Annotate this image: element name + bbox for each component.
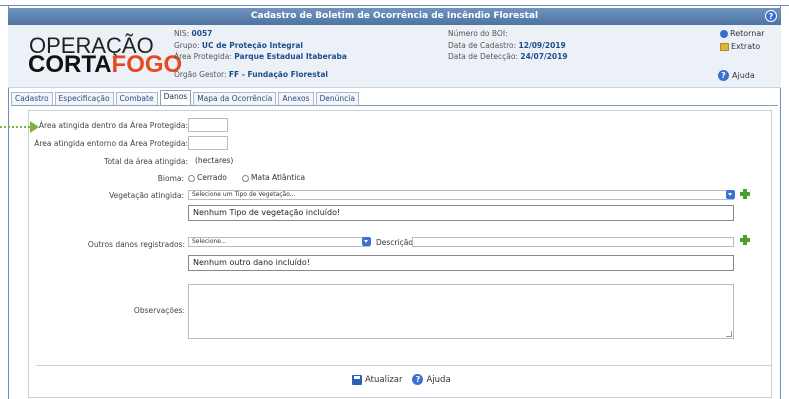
outros-danos-dropdown-icon[interactable]: [362, 237, 371, 246]
boi-label: Número do BOI:: [448, 29, 508, 38]
data-cadastro-label: Data de Cadastro:: [448, 41, 517, 50]
total-area-unit: (hectares): [195, 156, 234, 165]
grupo-value: UC de Proteção Integral: [201, 41, 303, 50]
window-title: Cadastro de Boletim de Ocorrência de Inc…: [250, 11, 539, 21]
area-entorno-input[interactable]: [188, 136, 228, 150]
data-cadastro-value: 12/09/2019: [518, 41, 566, 50]
data-deteccao-info: Data de Detecção: 24/07/2019: [448, 52, 568, 61]
retornar-link[interactable]: Retornar: [720, 27, 765, 40]
area-value: Parque Estadual Itaberaba: [234, 52, 347, 61]
outros-danos-select[interactable]: Selecione...: [188, 237, 370, 247]
orgao-value: FF - Fundação Florestal: [228, 70, 328, 79]
bioma-mata-label: Mata Atlântica: [251, 173, 306, 182]
orgao-info: Órgão Gestor: FF - Fundação Florestal: [174, 70, 328, 79]
data-deteccao-label: Data de Detecção:: [448, 52, 518, 61]
save-icon: [352, 374, 362, 385]
nis-label: NIS:: [174, 29, 190, 38]
atualizar-label: Atualizar: [365, 374, 403, 385]
bioma-cerrado-label: Cerrado: [197, 173, 227, 182]
extrato-link[interactable]: Extrato: [720, 40, 765, 53]
tab-anexos[interactable]: Anexos: [278, 92, 314, 105]
radio-cerrado[interactable]: [188, 174, 195, 182]
outros-danos-label: Outros danos registrados:: [87, 240, 185, 249]
bioma-cerrado-option[interactable]: Cerrado: [188, 173, 227, 182]
extrato-label: Extrato: [731, 42, 761, 51]
header-panel: OPERAÇÃO CORTAFOGO NIS: 0057 Grupo: UC d…: [8, 25, 781, 88]
tab-combate[interactable]: Combate: [115, 92, 158, 105]
help-icon: ?: [718, 70, 729, 81]
ajuda-footer-button[interactable]: ? Ajuda: [412, 374, 451, 385]
atualizar-button[interactable]: Atualizar: [352, 374, 403, 385]
footer-divider: [36, 365, 771, 366]
logo-corta: CORTA: [28, 51, 112, 78]
data-cadastro-info: Data de Cadastro: 12/09/2019: [448, 41, 566, 50]
report-icon: [720, 42, 729, 51]
help-icon[interactable]: ?: [765, 10, 777, 22]
logo-fogo: FOGO: [111, 51, 183, 78]
return-icon: [720, 29, 728, 38]
resize-grip-icon[interactable]: [726, 331, 732, 337]
tab-denuncia[interactable]: Denúncia: [315, 92, 359, 105]
add-vegetacao-plus-icon[interactable]: [740, 189, 750, 199]
side-actions: Retornar Extrato: [720, 27, 765, 53]
nis-value: 0057: [191, 29, 213, 38]
tab-cadastro[interactable]: Cadastro: [11, 92, 53, 105]
ajuda-header-link[interactable]: ? Ajuda: [718, 70, 755, 81]
area-info: Área Protegida: Parque Estadual Itaberab…: [174, 52, 347, 61]
descricao-label: Descrição:: [376, 238, 416, 247]
pointer-arrow-icon: [0, 121, 40, 133]
area-dentro-input[interactable]: [188, 118, 228, 132]
descricao-input[interactable]: [412, 237, 734, 247]
bioma-label: Bioma:: [157, 174, 184, 183]
ajuda-header-label: Ajuda: [732, 71, 755, 80]
help-icon: ?: [412, 374, 424, 385]
footer-actions: Atualizar ? Ajuda: [352, 374, 451, 385]
area-dentro-label: Área atingida dentro da Área Protegida:: [38, 121, 188, 130]
window-title-bar: Cadastro de Boletim de Ocorrência de Inc…: [8, 8, 781, 25]
data-deteccao-value: 24/07/2019: [520, 52, 568, 61]
radio-mata-atlantica[interactable]: [242, 174, 249, 182]
logo-line2: CORTAFOGO: [28, 51, 182, 79]
observacoes-textarea[interactable]: [188, 284, 734, 339]
tab-divider: [11, 105, 778, 106]
grupo-info: Grupo: UC de Proteção Integral: [174, 41, 303, 50]
nis-info: NIS: 0057: [174, 29, 212, 38]
vegetacao-label: Vegetação atingida:: [109, 191, 184, 200]
retornar-label: Retornar: [730, 29, 765, 38]
bioma-mata-option[interactable]: Mata Atlântica: [242, 173, 305, 182]
outros-danos-empty-message: Nenhum outro dano incluído!: [188, 255, 734, 271]
orgao-label: Órgão Gestor:: [174, 70, 227, 79]
vegetacao-select[interactable]: Selecione um Tipo de Vegetação...: [188, 190, 734, 200]
grupo-label: Grupo:: [174, 41, 200, 50]
ajuda-footer-label: Ajuda: [426, 374, 451, 385]
tab-bar: Cadastro Especificação Combate Danos Map…: [11, 90, 359, 105]
vegetacao-empty-message: Nenhum Tipo de vegetação incluído!: [188, 205, 734, 221]
tab-mapa-ocorrencia[interactable]: Mapa da Ocorrência: [193, 92, 277, 105]
total-area-label: Total da área atingida:: [104, 157, 188, 166]
tab-danos[interactable]: Danos: [159, 90, 192, 105]
observacoes-label: Observações:: [133, 306, 185, 315]
tab-especificacao[interactable]: Especificação: [54, 92, 114, 105]
form-panel: [28, 110, 772, 398]
area-entorno-label: Área atingida entorno da Área Protegida:: [34, 139, 188, 148]
add-dano-plus-icon[interactable]: [740, 235, 750, 245]
vegetacao-dropdown-icon[interactable]: [726, 190, 735, 199]
area-label: Área Protegida:: [174, 52, 232, 61]
boi-info: Número do BOI:: [448, 29, 508, 38]
operacao-corta-fogo-logo: OPERAÇÃO CORTAFOGO: [24, 33, 182, 85]
